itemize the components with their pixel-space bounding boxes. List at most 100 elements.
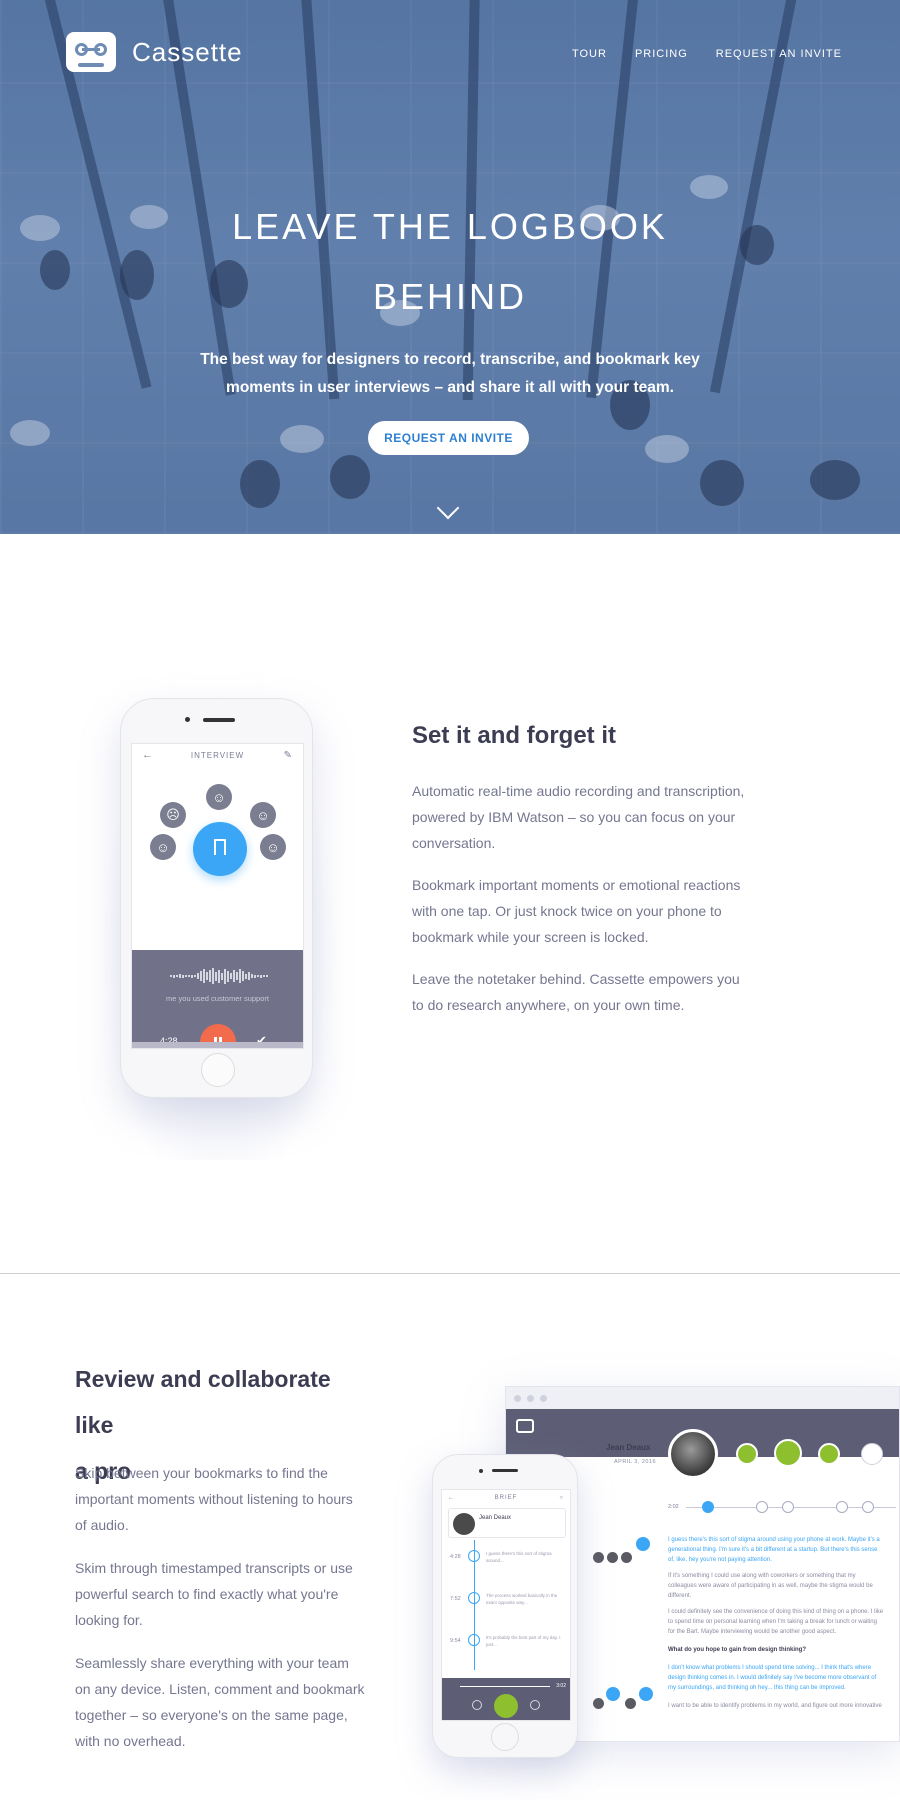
back-arrow-icon[interactable]: ← [448,1495,455,1501]
feature-paragraph: Bookmark important moments or emotional … [412,877,741,945]
transcript-line[interactable]: I guess there's this sort of stigma arou… [668,1535,898,1545]
sad-face-icon[interactable]: ☹ [160,802,186,828]
avatar [620,1551,633,1564]
search-icon[interactable] [861,1443,883,1465]
bookmark-time: 4:28 [450,1554,461,1560]
bookmark-snippet: The process worked basically in the exac… [486,1593,558,1605]
pencil-icon[interactable]: ✎ [284,750,293,761]
transcript-question[interactable]: What do you hope to gain from design thi… [668,1645,898,1655]
transcript-line[interactable]: to spend time on personal learning when … [668,1617,898,1627]
player-time: 3:02 [556,1683,566,1689]
player-progress[interactable] [460,1686,550,1687]
forward-icon[interactable] [530,1700,540,1710]
bookmark-icon[interactable] [636,1537,650,1551]
cassette-tape-icon [516,1419,534,1433]
hero-section: Cassette TOUR PRICING REQUEST AN INVITE … [0,0,900,534]
timeline-bookmark[interactable] [862,1501,874,1513]
smile-face-icon[interactable]: ☺ [150,834,176,860]
transcript-line[interactable]: of, like, hey you're not paying attentio… [668,1555,898,1565]
timeline-bookmark[interactable] [836,1501,848,1513]
nav-link-pricing[interactable]: PRICING [635,48,688,60]
bookmark-icon [214,839,226,855]
browser-chrome [506,1387,899,1409]
transcript-line[interactable]: design thinking comes in. I would defini… [668,1673,898,1683]
comment-icon[interactable] [606,1687,620,1701]
avatar [592,1551,605,1564]
screen-title: INTERVIEW [190,750,245,760]
mini-player: 3:02 [442,1678,570,1720]
bookmark-row[interactable]: 9:54 It's probably the best part of my d… [448,1630,566,1670]
phone-speaker [203,718,235,722]
phone-screen: ← INTERVIEW ✎ ☺ ☹ ☺ ☺ ☺ me you used cust… [131,743,304,1049]
drawer-handle[interactable] [132,1042,303,1048]
home-button [201,1053,235,1087]
transcript-line[interactable]: I could definitely see the convenience o… [668,1607,898,1617]
bookmark-row[interactable]: 4:28 I guess there's this sort of stigma… [448,1546,566,1586]
feature-paragraph: Automatic real-time audio recording and … [412,783,745,851]
feature-paragraph: Leave the notetaker behind. Cassette emp… [412,971,740,1013]
transcript-line[interactable]: I don't know what problems I should spen… [668,1663,898,1673]
section-divider [0,1273,900,1274]
feature-paragraph: Skim through timestamped transcripts or … [75,1560,353,1628]
transcript-line[interactable]: If it's something I could use along with… [668,1571,898,1581]
transcript-line[interactable]: generational thing. I'm sure it's a bit … [668,1545,898,1555]
camera-dot [479,1469,483,1473]
timeline-start-time: 2:02 [668,1504,679,1510]
phone-screen: ← BRIEF ○ Jean Deaux 4:28 I guess there'… [441,1489,571,1721]
hero-title-line: LEAVE THE LOGBOOK [232,206,668,247]
transcript-line[interactable]: colleagues were aware of participating i… [668,1581,898,1591]
timeline-bookmark[interactable] [782,1501,794,1513]
transcript-line[interactable]: my surroundings, and thinking oh hey... … [668,1683,898,1693]
recording-panel: me you used customer support 4:28 ✔ [132,950,303,1048]
brand-logo[interactable]: Cassette [66,32,243,72]
timeline-bookmark[interactable] [702,1501,714,1513]
section-title-line: Review and collaborate like [75,1366,331,1438]
phone-mockup: ← INTERVIEW ✎ ☺ ☹ ☺ ☺ ☺ me you used cust… [120,698,313,1098]
home-button [491,1723,519,1751]
screen-title: BRIEF [494,1495,518,1501]
laugh-face-icon[interactable]: ☺ [260,834,286,860]
emoji-icon [468,1634,480,1646]
interviewee-name: Jean Deaux [606,1443,651,1452]
screen-header: ← BRIEF ○ [442,1490,570,1506]
phone-mockup: ← BRIEF ○ Jean Deaux 4:28 I guess there'… [432,1454,578,1758]
transcript-line[interactable]: I want to be able to identify problems i… [668,1701,898,1711]
bookmark-snippet: It's probably the best part of my day. I… [486,1635,561,1647]
avatar [624,1697,637,1710]
section-title: Set it and forget it [412,722,616,749]
hero-title-line: BEHIND [372,276,528,317]
bookmark-icon[interactable] [639,1687,653,1701]
bookmark-button[interactable] [193,822,247,876]
bookmark-snippet: I guess there's this sort of stigma arou… [486,1551,552,1563]
live-transcript-caption: me you used customer support [166,994,269,1003]
audio-waveform [170,968,270,984]
pause-button[interactable] [494,1694,518,1718]
nav-link-tour[interactable]: TOUR [572,48,607,60]
transcript-line[interactable]: different. [668,1591,898,1601]
search-icon[interactable]: ○ [559,1495,564,1501]
avatar [453,1513,475,1535]
bookmark-row[interactable]: 7:52 The process worked basically in the… [448,1588,566,1628]
bookmark-time: 7:52 [450,1596,461,1602]
thinking-face-icon[interactable]: ☺ [206,784,232,810]
feature-paragraph: Seamlessly share everything with your te… [75,1655,365,1749]
rewind-icon[interactable] [736,1443,758,1465]
pause-icon[interactable] [774,1439,802,1467]
transcript-line[interactable]: for the Bart. Maybe interviewing would b… [668,1627,898,1637]
timeline-bookmark[interactable] [756,1501,768,1513]
phone-speaker [492,1469,518,1472]
camera-dot [185,717,190,722]
feature-paragraph: Skip between your bookmarks to find the … [75,1465,353,1533]
forward-icon[interactable] [818,1443,840,1465]
avatar [606,1551,619,1564]
screen-header: ← INTERVIEW ✎ [132,744,303,766]
bookmark-icon [468,1592,480,1604]
happy-face-icon[interactable]: ☺ [250,802,276,828]
back-arrow-icon[interactable]: ← [142,749,154,761]
request-invite-button[interactable]: REQUEST AN INVITE [368,421,529,455]
top-nav: TOUR PRICING REQUEST AN INVITE [572,48,842,60]
rewind-icon[interactable] [472,1700,482,1710]
nav-link-request-invite[interactable]: REQUEST AN INVITE [716,48,842,60]
bookmark-icon [468,1550,480,1562]
interview-card[interactable]: Jean Deaux [448,1508,566,1538]
